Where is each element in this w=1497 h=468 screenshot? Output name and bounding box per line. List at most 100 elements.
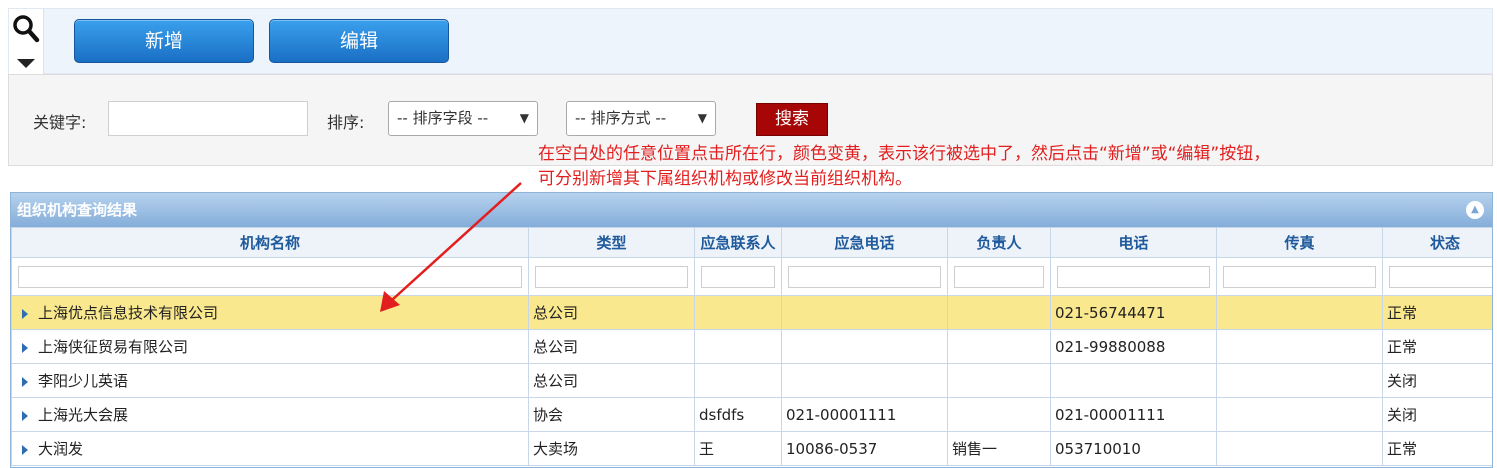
cell-contact <box>694 329 782 364</box>
dropdown-arrow-icon: ▼ <box>519 111 529 125</box>
cell-manager: 销售一 <box>947 431 1051 466</box>
column-header[interactable]: 机构名称 <box>11 227 529 258</box>
cell-em-phone <box>781 363 948 398</box>
filter-cell <box>781 257 948 296</box>
expand-row-icon[interactable] <box>22 444 28 455</box>
cell-contact <box>694 363 782 398</box>
cell-contact <box>694 295 782 330</box>
column-filter-input[interactable] <box>1223 265 1376 288</box>
column-filter-input[interactable] <box>1389 265 1492 288</box>
cell-status: 关闭 <box>1382 363 1492 398</box>
keyword-input[interactable] <box>108 101 308 136</box>
toolbar: 新增 编辑 <box>8 8 1493 75</box>
result-table: 机构名称 类型 应急联系人 应急电话 负责人 电话 传真 状态 上海优点信息技术有限公司 总公司… <box>11 227 1492 466</box>
cell-contact: 王 <box>694 431 782 466</box>
annotation-line-1: 在空白处的任意位置点击所在行，颜色变黄，表示该行被选中了，然后点击“新增”或“编… <box>538 144 1271 164</box>
cell-fax <box>1216 397 1383 432</box>
cell-name: 大润发 <box>11 431 529 466</box>
sort-label: 排序: <box>327 113 365 132</box>
cell-fax <box>1216 329 1383 364</box>
column-filter-input[interactable] <box>535 265 688 288</box>
column-header[interactable]: 负责人 <box>947 227 1051 258</box>
table-row[interactable]: 上海光大会展 协会 dsfdfs 021-00001111 021-00001111 关闭 <box>11 397 1492 432</box>
cell-phone: 021-99880088 <box>1050 329 1217 364</box>
table-row[interactable]: 上海优点信息技术有限公司 总公司 021-56744471 正常 <box>11 295 1492 330</box>
column-filter-input[interactable] <box>1057 265 1210 288</box>
table-row[interactable]: 大润发 大卖场王 10086-0537 销售一 053710010 正常 <box>11 431 1492 466</box>
add-button[interactable]: 新增 <box>74 19 254 63</box>
column-header[interactable]: 应急联系人 <box>694 227 782 258</box>
search-button[interactable]: 搜索 <box>756 103 828 136</box>
org-name: 上海侠征贸易有限公司 <box>38 338 189 356</box>
cell-status: 正常 <box>1382 329 1492 364</box>
cell-name: 上海侠征贸易有限公司 <box>11 329 529 364</box>
expand-row-icon[interactable] <box>22 410 28 421</box>
cell-status: 正常 <box>1382 295 1492 330</box>
annotation-line-2: 可分别新增其下属组织机构或修改当前组织机构。 <box>538 169 912 189</box>
cell-manager <box>947 397 1051 432</box>
sort-field-select[interactable]: -- 排序字段 -- ▼ <box>388 101 538 136</box>
column-header[interactable]: 传真 <box>1216 227 1383 258</box>
cell-status: 关闭 <box>1382 397 1492 432</box>
filter-cell <box>528 257 695 296</box>
panel-title: 组织机构查询结果 <box>17 201 138 219</box>
filter-cell <box>694 257 782 296</box>
filter-cell <box>1216 257 1383 296</box>
cell-em-phone <box>781 295 948 330</box>
filter-cell <box>11 257 529 296</box>
sort-order-value: -- 排序方式 -- <box>575 109 667 127</box>
cell-phone <box>1050 363 1217 398</box>
filter-cell <box>1382 257 1492 296</box>
column-filter-input[interactable] <box>18 265 522 288</box>
cell-em-phone: 10086-0537 <box>781 431 948 466</box>
org-name: 上海光大会展 <box>38 406 129 424</box>
cell-fax <box>1216 363 1383 398</box>
table-row[interactable]: 上海侠征贸易有限公司 总公司 021-99880088 正常 <box>11 329 1492 364</box>
cell-manager <box>947 295 1051 330</box>
org-name: 大润发 <box>38 440 84 458</box>
org-name: 上海优点信息技术有限公司 <box>38 304 219 322</box>
column-header[interactable]: 状态 <box>1382 227 1492 258</box>
cell-manager <box>947 329 1051 364</box>
cell-type: 总公司 <box>528 295 695 330</box>
search-icon[interactable] <box>12 14 40 44</box>
cell-fax <box>1216 431 1383 466</box>
expand-row-icon[interactable] <box>22 376 28 387</box>
cell-type: 大卖场 <box>528 431 695 466</box>
edit-button[interactable]: 编辑 <box>269 19 449 63</box>
annotation-text: 在空白处的任意位置点击所在行，颜色变黄，表示该行被选中了，然后点击“新增”或“编… <box>538 142 1488 192</box>
panel-header: 组织机构查询结果 ▲ <box>11 193 1492 227</box>
table-row[interactable]: 李阳少儿英语 总公司 关闭 <box>11 363 1492 398</box>
filter-cell <box>947 257 1051 296</box>
filter-cell <box>1050 257 1217 296</box>
result-panel: 组织机构查询结果 ▲ 机构名称 类型 应急联系人 应急电话 负责人 电话 传真 状态 上海优点… <box>10 192 1493 468</box>
collapse-icon[interactable]: ▲ <box>1466 201 1484 219</box>
cell-status: 正常 <box>1382 431 1492 466</box>
column-filter-input[interactable] <box>954 265 1044 288</box>
cell-contact: dsfdfs <box>694 397 782 432</box>
sort-order-select[interactable]: -- 排序方式 -- ▼ <box>566 101 716 136</box>
cell-type: 总公司 <box>528 329 695 364</box>
keyword-label: 关键字: <box>33 113 87 132</box>
filter-row <box>11 257 1492 296</box>
org-name: 李阳少儿英语 <box>38 372 129 390</box>
column-header[interactable]: 电话 <box>1050 227 1217 258</box>
sort-field-value: -- 排序字段 -- <box>397 109 489 127</box>
cell-phone: 053710010 <box>1050 431 1217 466</box>
cell-phone: 021-56744471 <box>1050 295 1217 330</box>
cell-em-phone: 021-00001111 <box>781 397 948 432</box>
search-toggle[interactable] <box>9 9 44 75</box>
column-filter-input[interactable] <box>788 265 941 288</box>
caret-down-icon[interactable] <box>17 59 35 68</box>
cell-type: 协会 <box>528 397 695 432</box>
column-filter-input[interactable] <box>701 265 775 288</box>
cell-name: 上海优点信息技术有限公司 <box>11 295 529 330</box>
cell-manager <box>947 363 1051 398</box>
expand-row-icon[interactable] <box>22 308 28 319</box>
cell-fax <box>1216 295 1383 330</box>
table-header: 机构名称 类型 应急联系人 应急电话 负责人 电话 传真 状态 <box>11 227 1492 258</box>
column-header[interactable]: 应急电话 <box>781 227 948 258</box>
expand-row-icon[interactable] <box>22 342 28 353</box>
cell-phone: 021-00001111 <box>1050 397 1217 432</box>
column-header[interactable]: 类型 <box>528 227 695 258</box>
